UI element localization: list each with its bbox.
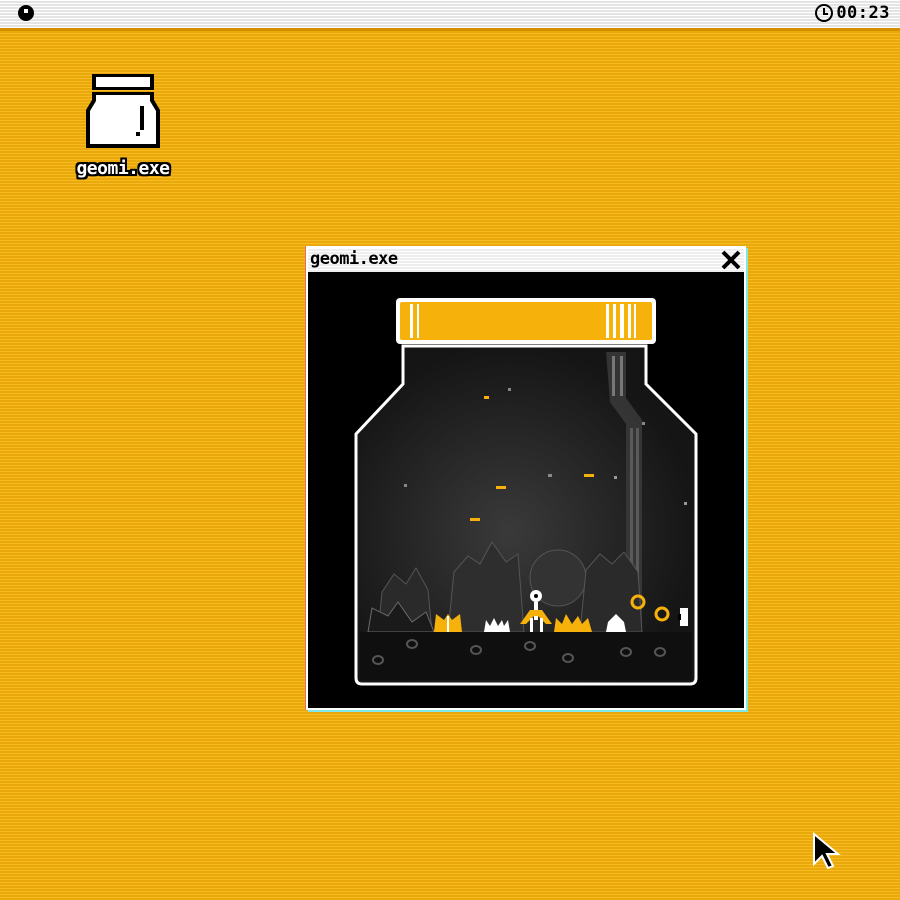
arrow-cursor-icon [813, 832, 841, 870]
clock-icon [815, 4, 834, 22]
app-window[interactable]: geomi.exe [306, 246, 746, 710]
jar-terrarium-scene [354, 298, 698, 686]
window-title: geomi.exe [310, 249, 398, 269]
desktop-icon-geomi[interactable]: geomi.exe [58, 68, 188, 188]
window-titlebar[interactable]: geomi.exe [308, 248, 744, 272]
terrarium-viewport[interactable] [308, 272, 744, 708]
clock-time: 00:23 [836, 3, 890, 23]
dot-icon[interactable] [18, 5, 34, 21]
menu-bar: 00:23 [0, 0, 900, 31]
menu-clock: 00:23 [815, 3, 890, 23]
jar-icon [86, 74, 160, 148]
desktop-icon-label: geomi.exe [76, 158, 170, 179]
close-icon[interactable] [720, 249, 742, 271]
